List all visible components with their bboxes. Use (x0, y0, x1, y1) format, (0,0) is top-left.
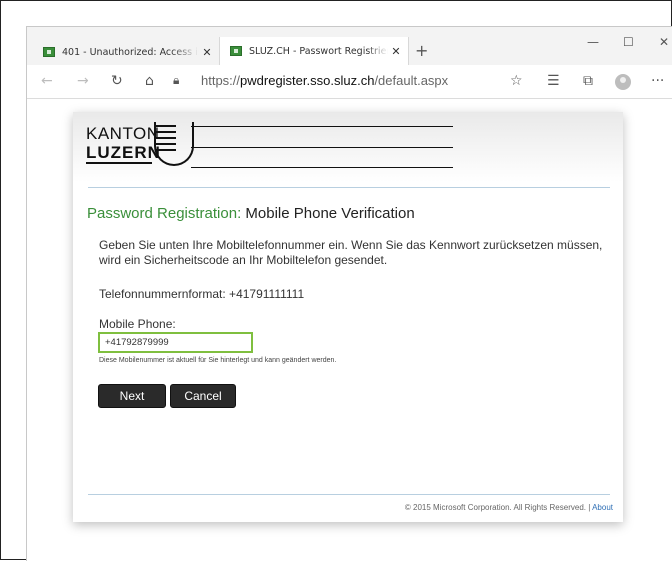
home-icon[interactable]: ⌂ (145, 73, 154, 89)
instructions-text: Geben Sie unten Ihre Mobiltelefonnummer … (99, 238, 603, 267)
title-prefix: Password Registration: (87, 205, 242, 222)
collections-icon[interactable]: ⧉ (583, 73, 593, 89)
screenshot-frame: 401 - Unauthorized: Access is denied ✕ S… (0, 0, 672, 562)
title-main: Mobile Phone Verification (245, 205, 415, 222)
site-favicon-icon (43, 47, 55, 57)
divider (88, 494, 610, 495)
about-link[interactable]: About (592, 503, 613, 512)
tab-title: 401 - Unauthorized: Access is denied (62, 46, 199, 58)
footer: © 2015 Microsoft Corporation. All Rights… (405, 503, 613, 512)
back-icon[interactable]: ← (41, 73, 53, 89)
logo-rule (191, 147, 453, 148)
cancel-button[interactable]: Cancel (170, 384, 236, 408)
footer-copyright: © 2015 Microsoft Corporation. All Rights… (404, 503, 586, 512)
minimize-button[interactable]: — (587, 35, 599, 49)
new-tab-button[interactable]: + (415, 41, 428, 60)
tab-unauthorized[interactable]: 401 - Unauthorized: Access is denied ✕ (33, 39, 219, 65)
refresh-icon[interactable]: ↻ (111, 73, 123, 89)
page-title: Password Registration: Mobile Phone Veri… (87, 205, 415, 222)
forward-icon[interactable]: → (77, 73, 89, 89)
browser-toolbar: ← → ↻ ⌂ 🔒︎ https://pwdregister.sso.sluz.… (27, 65, 672, 99)
shield-icon (154, 122, 194, 166)
url-path: /default.aspx (374, 73, 449, 88)
logo-underline (86, 162, 152, 164)
phone-format-text: Telefonnummernformat: +41791111111 (99, 287, 305, 301)
mobile-hint-text: Diese Mobilenummer ist aktuell für Sie h… (99, 357, 337, 364)
browser-window: 401 - Unauthorized: Access is denied ✕ S… (26, 26, 672, 562)
address-bar[interactable]: https://pwdregister.sso.sluz.ch/default.… (201, 73, 448, 88)
registration-card: KANTON LUZERN Password Registration: Mob… (73, 112, 623, 522)
page-content: KANTON LUZERN Password Registration: Mob… (27, 100, 672, 562)
maximize-button[interactable]: ☐ (623, 35, 634, 49)
logo-rule (191, 167, 453, 168)
footer-separator: | (588, 503, 591, 512)
tab-strip: 401 - Unauthorized: Access is denied ✕ S… (27, 27, 672, 65)
next-button[interactable]: Next (98, 384, 166, 408)
close-icon[interactable]: ✕ (388, 45, 404, 58)
lock-icon[interactable]: 🔒︎ (173, 73, 179, 88)
mobile-phone-label: Mobile Phone: (99, 317, 176, 331)
window-close-button[interactable]: ✕ (659, 35, 669, 49)
more-icon[interactable]: ··· (651, 73, 664, 89)
profile-avatar-icon[interactable] (615, 74, 631, 90)
close-icon[interactable]: ✕ (199, 46, 215, 59)
favorite-star-icon[interactable]: ☆ (510, 73, 523, 89)
mobile-phone-input[interactable] (98, 332, 253, 353)
tab-password-registration[interactable]: SLUZ.CH - Passwort Registrierung ✕ (219, 37, 409, 65)
logo-line2: LUZERN (86, 143, 161, 162)
logo-rule (191, 126, 453, 127)
logo-line1: KANTON (86, 124, 160, 143)
favorites-icon[interactable]: ☰ (547, 73, 560, 89)
tab-title: SLUZ.CH - Passwort Registrierung (249, 45, 388, 57)
url-host: pwdregister.sso.sluz.ch (240, 73, 375, 88)
site-favicon-icon (230, 46, 242, 56)
divider (88, 187, 610, 188)
url-scheme: https:// (201, 73, 241, 88)
